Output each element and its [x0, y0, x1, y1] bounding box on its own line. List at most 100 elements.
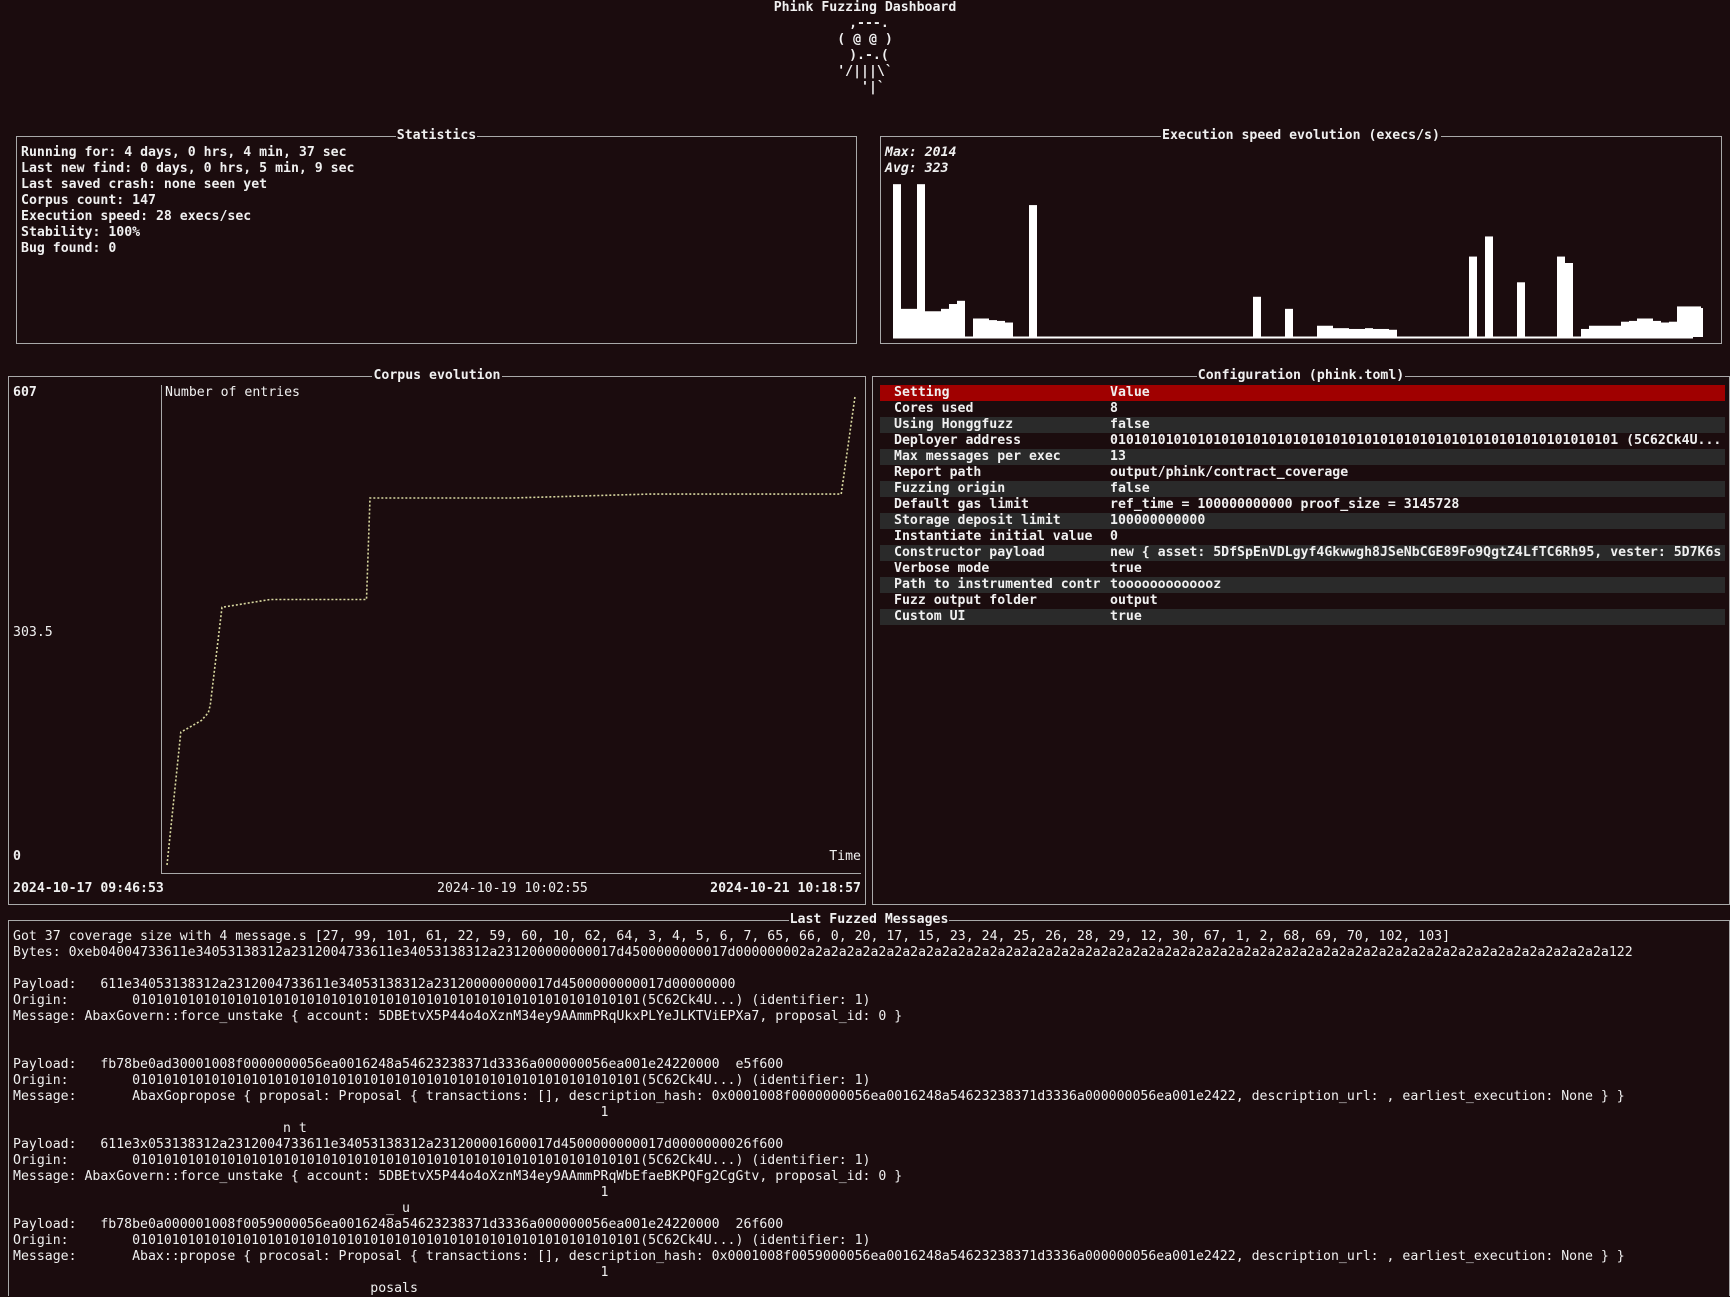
- exec-speed-max-label: Max: 2014: [885, 145, 957, 160]
- exec-speed-bar: [949, 304, 957, 337]
- exec-speed-bar: [933, 311, 941, 337]
- exec-speed-bar: [1557, 256, 1565, 337]
- dashboard-title: Phink Fuzzing Dashboard: [773, 0, 957, 15]
- message-log-line: Message: AbaxGopropose { proposal: Propo…: [13, 1089, 1625, 1104]
- exec-speed-bar: [997, 320, 1005, 337]
- exec-speed-bar: [1029, 205, 1037, 337]
- messages-panel: Last Fuzzed Messages Got 37 coverage siz…: [8, 912, 1730, 1297]
- exec-speed-bar: [1517, 282, 1525, 337]
- config-row: Fuzz output folder output: [880, 593, 1725, 609]
- statistics-panel: Statistics Running for: 4 days, 0 hrs, 4…: [16, 128, 857, 344]
- exec-speed-bar: [1597, 325, 1605, 337]
- config-setting: Cores used: [894, 401, 974, 416]
- config-row: Path to instrumented contr tooooooooooooz: [880, 577, 1725, 593]
- config-value: 0: [1110, 529, 1118, 544]
- message-log-line: 1: [13, 1185, 609, 1200]
- config-row: Storage deposit limit 100000000000: [880, 513, 1725, 529]
- config-setting: Instantiate initial value: [894, 529, 1093, 544]
- config-header-setting: Setting: [894, 385, 950, 400]
- message-log-line: [13, 1041, 1729, 1057]
- config-panel: Configuration (phink.toml) Setting Value…: [872, 368, 1730, 905]
- config-value: tooooooooooooz: [1110, 577, 1222, 592]
- exec-speed-bar: [1349, 328, 1357, 337]
- config-value: true: [1110, 609, 1142, 624]
- config-value: 100000000000: [1110, 513, 1206, 528]
- exec-speed-bar: [1701, 308, 1703, 337]
- message-log-line: Payload: 611e3x053138312a2312004733611e3…: [13, 1137, 784, 1152]
- exec-speed-bar: [1669, 321, 1677, 337]
- config-header-value: Value: [1110, 385, 1150, 400]
- exec-speed-bar: [1653, 320, 1661, 337]
- config-value: output/phink/contract_coverage: [1110, 465, 1349, 480]
- corpus-panel: Corpus evolution 607 303.5 0 Number of e…: [8, 368, 866, 905]
- messages-title: Last Fuzzed Messages: [788, 912, 950, 927]
- config-setting: Max messages per exec: [894, 449, 1061, 464]
- config-value: ref_time = 100000000000 proof_size = 314…: [1110, 497, 1460, 512]
- exec-speed-bar: [1637, 318, 1645, 337]
- config-header-row: Setting Value: [880, 385, 1725, 401]
- exec-speed-bar: [1565, 262, 1573, 337]
- config-row: Default gas limit ref_time = 100000000000…: [880, 497, 1725, 513]
- config-value: true: [1110, 561, 1142, 576]
- exec-speed-bar: [1645, 318, 1653, 337]
- message-log-line: Origin: 01010101010101010101010101010101…: [13, 1073, 871, 1088]
- statistics-line: Execution speed: 28 execs/sec: [21, 209, 252, 224]
- statistics-lines: Running for: 4 days, 0 hrs, 4 min, 37 se…: [21, 145, 354, 257]
- exec-speed-bar: [917, 184, 925, 337]
- config-row: Using Honggfuzz false: [880, 417, 1725, 433]
- exec-speed-bar: [901, 308, 909, 337]
- exec-speed-panel: Execution speed evolution (execs/s) Max:…: [880, 128, 1722, 344]
- message-log-line: Got 37 coverage size with 4 message.s [2…: [13, 929, 1451, 944]
- message-log-line: 1: [13, 1265, 609, 1280]
- exec-speed-title: Execution speed evolution (execs/s): [1161, 128, 1441, 143]
- message-log-line: Message: Abax::propose { procosal: Propo…: [13, 1249, 1625, 1264]
- config-row: Report path output/phink/contract_coverag…: [880, 465, 1725, 481]
- config-value: 13: [1110, 449, 1126, 464]
- message-log-line: Bytes: 0xeb04004733611e34053138312a23120…: [13, 945, 1633, 960]
- exec-speed-bar: [1381, 328, 1389, 337]
- config-setting: Default gas limit: [894, 497, 1029, 512]
- config-title: Configuration (phink.toml): [1196, 368, 1406, 383]
- config-row: Cores used 8: [880, 401, 1725, 417]
- corpus-x-start-label: 2024-10-17 09:46:53: [13, 881, 164, 896]
- config-row: Fuzzing origin false: [880, 481, 1725, 497]
- exec-speed-bar: [1333, 328, 1341, 337]
- statistics-line: Corpus count: 147: [21, 193, 156, 208]
- exec-speed-bar: [1253, 296, 1261, 337]
- exec-speed-bar: [1285, 308, 1293, 337]
- exec-speed-bar: [1605, 325, 1613, 337]
- exec-speed-bar: [1325, 325, 1333, 337]
- exec-speed-bar: [1005, 322, 1013, 337]
- message-log-line: posals: [13, 1281, 418, 1296]
- config-row: Instantiate initial value 0: [880, 529, 1725, 545]
- config-value: 0101010101010101010101010101010101010101…: [1110, 433, 1722, 448]
- config-setting: Fuzz output folder: [894, 593, 1037, 608]
- statistics-line: Last saved crash: none seen yet: [21, 177, 268, 192]
- exec-speed-bar: [1389, 329, 1397, 337]
- exec-speed-bar: [909, 308, 917, 337]
- config-row: Max messages per exec 13: [880, 449, 1725, 465]
- messages-log: Got 37 coverage size with 4 message.s [2…: [13, 929, 1729, 1297]
- exec-speed-bar: [1685, 306, 1693, 337]
- exec-speed-bar: [1581, 328, 1589, 337]
- corpus-y-mid-label: 303.5: [13, 625, 53, 640]
- config-row: Deployer address 010101010101010101010101…: [880, 433, 1725, 449]
- config-row: Constructor payload new { asset: 5DfSpEnV…: [880, 545, 1725, 561]
- config-value: output: [1110, 593, 1158, 608]
- exec-speed-bar: [1589, 325, 1597, 337]
- exec-speed-bar: [941, 308, 949, 337]
- message-log-line: Message: AbaxGovern::force_unstake { acc…: [13, 1009, 903, 1024]
- exec-speed-bar: [1661, 322, 1669, 337]
- message-log-line: Message: AbaxGovern::force_unstake { acc…: [13, 1169, 903, 1184]
- config-row: Verbose mode true: [880, 561, 1725, 577]
- exec-speed-bar: [1613, 325, 1621, 337]
- corpus-series-line: [166, 396, 856, 866]
- config-setting: Custom UI: [894, 609, 966, 624]
- config-value: false: [1110, 481, 1150, 496]
- message-log-line: n t: [13, 1121, 307, 1136]
- config-setting: Path to instrumented contr: [894, 577, 1101, 592]
- corpus-title: Corpus evolution: [372, 368, 502, 383]
- config-value: new { asset: 5DfSpEnVDLgyf4Gkwwgh8JSeNbC…: [1110, 545, 1722, 560]
- corpus-y-min-label: 0: [13, 849, 21, 864]
- corpus-x-mid-label: 2024-10-19 10:02:55: [437, 881, 588, 896]
